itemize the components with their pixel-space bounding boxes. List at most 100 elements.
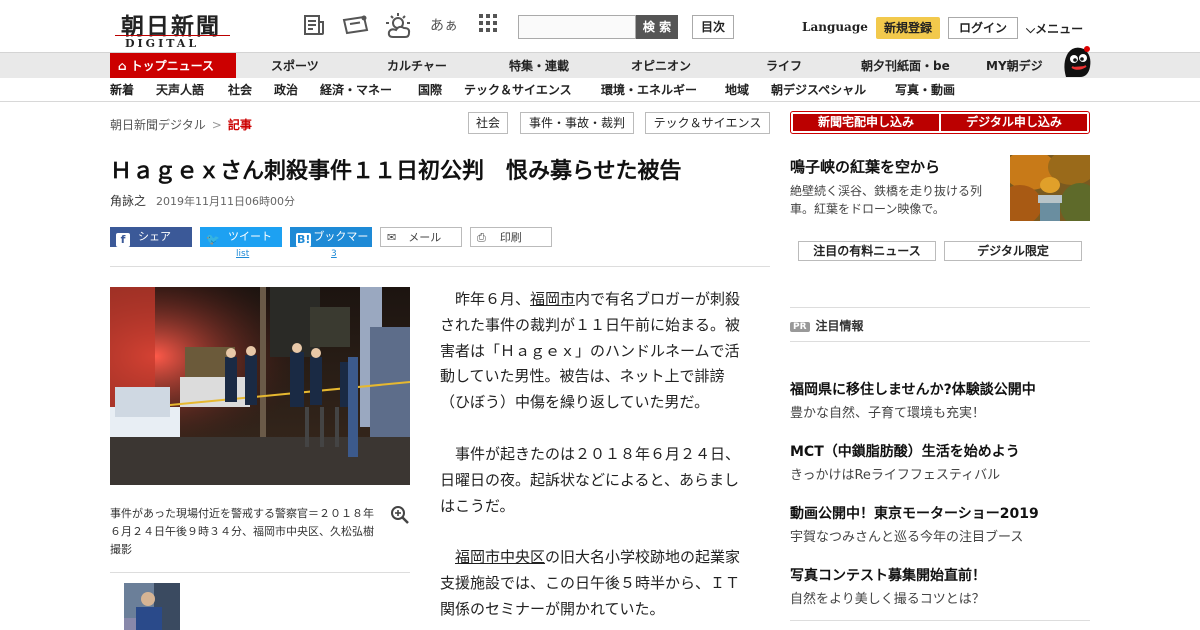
weather-icon[interactable] bbox=[385, 13, 413, 39]
search-button[interactable]: 検 索 bbox=[636, 15, 678, 39]
twitter-share-label: ツイート bbox=[228, 230, 272, 243]
article-paragraph: 事件が起きたのは２０１８年６月２４日、日曜日の夜。起訴状などによると、あらましは… bbox=[440, 444, 741, 515]
sidebar-divider bbox=[790, 307, 1090, 308]
article-link[interactable]: 福岡市中央区 bbox=[455, 548, 545, 566]
site-header: 朝日新聞 DIGITAL あぁ 検 索 目次 Language 新規登録 ログイ… bbox=[0, 0, 1200, 52]
photo-thumbnail[interactable] bbox=[124, 583, 180, 630]
nav2-special[interactable]: 朝デジスペシャル bbox=[771, 78, 866, 102]
breadcrumb-current: 記事 bbox=[227, 118, 252, 132]
facebook-share-button[interactable]: f シェア bbox=[110, 227, 192, 247]
publish-date: 2019年11月11日06時00分 bbox=[156, 195, 295, 208]
nav-top-news[interactable]: ⌂ トップニュース bbox=[110, 53, 236, 79]
chevron-down-icon: ⌵ bbox=[1026, 22, 1036, 36]
nav2-international[interactable]: 国際 bbox=[418, 78, 442, 102]
pr-item-title[interactable]: 写真コンテスト募集開始直前！ bbox=[790, 565, 986, 585]
paragraph-text: 内で有名ブロガーが刺殺された事件の裁判が１１日午前に始まる。被害者は「Ｈａｇｅｘ… bbox=[440, 290, 741, 412]
article-body: 昨年６月、福岡市内で有名ブロガーが刺殺された事件の裁判が１１日午前に始まる。被害… bbox=[440, 287, 750, 630]
hatena-count-link[interactable]: 3 bbox=[331, 249, 337, 259]
sidebar-divider bbox=[790, 620, 1090, 621]
twitter-bird-icon: 🐦 bbox=[206, 233, 220, 246]
menu-button[interactable]: ⌵メニュー bbox=[1026, 20, 1083, 37]
hatena-icon: B! bbox=[296, 233, 312, 247]
language-link[interactable]: Language bbox=[802, 20, 868, 34]
nav-my-asadigi[interactable]: MY朝デジ bbox=[986, 53, 1043, 79]
article-paragraph: 昨年６月、福岡市内で有名ブロガーが刺殺された事件の裁判が１１日午前に始まる。被害… bbox=[440, 287, 750, 416]
tag-incidents[interactable]: 事件・事故・裁判 bbox=[520, 112, 634, 134]
article-link[interactable]: 福岡市 bbox=[530, 290, 575, 308]
nav2-politics[interactable]: 政治 bbox=[274, 78, 298, 102]
pr-heading-label: 注目情報 bbox=[815, 319, 864, 333]
mascot-icon[interactable] bbox=[1060, 43, 1092, 79]
tag-tech[interactable]: テック＆サイエンス bbox=[645, 112, 770, 134]
facebook-share-label: シェア bbox=[138, 230, 171, 243]
pr-item-title[interactable]: 福岡県に移住しませんか?体験談公開中 bbox=[790, 379, 1036, 399]
twitter-count-link[interactable]: list bbox=[236, 249, 249, 259]
nav2-region[interactable]: 地域 bbox=[725, 78, 749, 102]
pr-item-desc: 宇賀なつみさんと巡る今年の注目ブース bbox=[790, 530, 1024, 545]
pr-item-desc: きっかけはReライフフェスティバル bbox=[790, 468, 1001, 483]
feature-image[interactable] bbox=[1010, 155, 1090, 221]
nav2-tech[interactable]: テック＆サイエンス bbox=[464, 78, 572, 102]
pr-heading: PR 注目情報 bbox=[790, 317, 864, 334]
home-icon: ⌂ bbox=[118, 59, 127, 73]
toc-button[interactable]: 目次 bbox=[692, 15, 734, 39]
nav2-society[interactable]: 社会 bbox=[228, 78, 252, 102]
mail-icon: ✉ bbox=[387, 231, 397, 244]
print-label: 印刷 bbox=[499, 231, 522, 244]
tag-society[interactable]: 社会 bbox=[468, 112, 508, 134]
hatena-bookmark-button[interactable]: B! ブックマーク bbox=[290, 227, 372, 263]
photo-caption: 事件があった現場付近を警戒する警察官＝２０１８年６月２４日午後９時３４分、福岡市… bbox=[110, 507, 374, 556]
twitter-share-button[interactable]: 🐦 ツイート bbox=[200, 227, 282, 247]
print-button[interactable]: ⎙ 印刷 bbox=[470, 227, 552, 247]
nav-features[interactable]: 特集・連載 bbox=[509, 53, 569, 79]
pr-item-title[interactable]: MCT（中鎖脂肪酸）生活を始めよう bbox=[790, 441, 1020, 461]
feature-description: 絶壁続く渓谷、鉄橋を走り抜ける列車。紅葉をドローン映像で。 bbox=[790, 184, 983, 216]
newspaper-icon[interactable] bbox=[300, 13, 328, 39]
nav2-environment[interactable]: 環境・エネルギー bbox=[601, 78, 697, 102]
breadcrumb-separator: > bbox=[211, 118, 222, 132]
logo-en-text: DIGITAL bbox=[125, 37, 200, 50]
register-button[interactable]: 新規登録 bbox=[876, 17, 940, 39]
article-paragraph: 福岡市中央区の旧大名小学校跡地の起業家支援施設では、この日午後５時半から、ＩＴ関… bbox=[440, 545, 750, 622]
login-button[interactable]: ログイン bbox=[948, 17, 1018, 39]
facebook-icon: f bbox=[116, 233, 130, 247]
caption-divider bbox=[110, 572, 410, 573]
nav2-tensei[interactable]: 天声人語 bbox=[156, 78, 204, 102]
font-size-icon[interactable]: あぁ bbox=[430, 13, 458, 39]
search-input[interactable] bbox=[518, 15, 636, 39]
nav-top-news-label: トップニュース bbox=[130, 59, 214, 73]
nav2-photo-video[interactable]: 写真・動画 bbox=[895, 78, 955, 102]
secondary-nav: 新着 天声人語 社会 政治 経済・マネー 国際 テック＆サイエンス 環境・エネル… bbox=[0, 78, 1200, 102]
breadcrumb-home[interactable]: 朝日新聞デジタル bbox=[110, 118, 206, 132]
breadcrumb: 朝日新聞デジタル > 記事 bbox=[110, 116, 252, 133]
author: 角詠之 bbox=[110, 194, 147, 208]
pr-item-desc: 自然をより美しく撮るコツとは？ bbox=[790, 592, 985, 607]
coupon-icon[interactable] bbox=[342, 13, 370, 39]
nav2-latest[interactable]: 新着 bbox=[110, 78, 134, 102]
grid-menu-icon[interactable] bbox=[474, 13, 502, 39]
nav-paper[interactable]: 朝夕刊紙面・be bbox=[861, 53, 950, 79]
pr-badge: PR bbox=[790, 322, 810, 332]
menu-label: メニュー bbox=[1035, 22, 1084, 36]
pr-item-title[interactable]: 動画公開中！東京モーターショー2019 bbox=[790, 503, 1039, 523]
digital-only-button[interactable]: デジタル限定 bbox=[944, 241, 1082, 261]
article-photo[interactable] bbox=[110, 287, 410, 485]
nav-life[interactable]: ライフ bbox=[766, 53, 802, 79]
site-logo[interactable]: 朝日新聞 DIGITAL bbox=[115, 7, 230, 50]
byline: 角詠之 2019年11月11日06時00分 bbox=[110, 192, 295, 209]
logo-rule bbox=[115, 35, 230, 36]
nav-sports[interactable]: スポーツ bbox=[271, 53, 319, 79]
nav-culture[interactable]: カルチャー bbox=[387, 53, 447, 79]
print-icon: ⎙ bbox=[477, 231, 486, 244]
subscribe-paper-button[interactable]: 新聞宅配申し込み bbox=[793, 114, 939, 131]
mail-share-button[interactable]: ✉ メール bbox=[380, 227, 462, 247]
zoom-icon[interactable] bbox=[390, 505, 410, 525]
mail-label: メール bbox=[408, 231, 442, 244]
subscribe-digital-button[interactable]: デジタル申し込み bbox=[941, 114, 1087, 131]
paid-news-button[interactable]: 注目の有料ニュース bbox=[798, 241, 936, 261]
nav-opinion[interactable]: オピニオン bbox=[631, 53, 691, 79]
subscribe-box: 新聞宅配申し込み デジタル申し込み bbox=[790, 111, 1090, 134]
feature-title[interactable]: 鳴子峡の紅葉を空から bbox=[790, 156, 940, 177]
nav2-economy[interactable]: 経済・マネー bbox=[320, 78, 392, 102]
sidebar-divider bbox=[790, 341, 1090, 342]
